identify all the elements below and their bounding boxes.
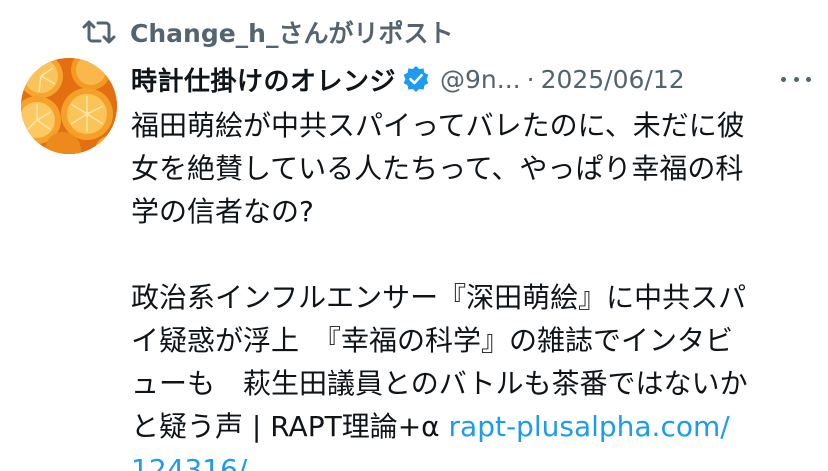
repost-text[interactable]: Change_h_さんがリポスト bbox=[130, 14, 453, 50]
post-date[interactable]: 2025/06/12 bbox=[541, 65, 685, 94]
avatar[interactable] bbox=[21, 58, 117, 154]
repost-icon bbox=[82, 17, 116, 47]
post-text-line: 政治系インフルエンサー『深田萌絵』に中共スパ bbox=[131, 281, 747, 314]
post-text-line: 福田萌絵が中共スパイってバレたのに、未だに彼 bbox=[131, 109, 745, 142]
post-text-line: と疑う声 | RAPT理論+α rapt-plusalpha.com/ bbox=[131, 405, 801, 448]
post-text-fragment: と疑う声 | RAPT理論+α bbox=[131, 410, 449, 443]
post-text-line: 124316/ bbox=[131, 448, 801, 471]
post-text-line: ューも 萩生田議員とのバトルも茶番ではないか bbox=[131, 367, 748, 400]
verified-badge-icon[interactable] bbox=[402, 65, 430, 93]
post-text-line: イ疑惑が浮上 『幸福の科学』の雑誌でインタビ bbox=[131, 324, 734, 357]
post-text-line: 学の信者なの? bbox=[131, 195, 314, 228]
repost-indicator[interactable]: Change_h_さんがリポスト bbox=[82, 14, 453, 50]
article-link-continued[interactable]: 124316/ bbox=[131, 453, 247, 471]
more-options-icon[interactable] bbox=[781, 67, 811, 91]
orange-slices-avatar bbox=[21, 58, 117, 154]
paragraph-break bbox=[131, 233, 801, 276]
separator-dot: · bbox=[526, 64, 535, 94]
post-text: 福田萌絵が中共スパイってバレたのに、未だに彼 女を絶賛している人たちって、やっぱ… bbox=[131, 104, 801, 471]
user-handle[interactable]: @9n... bbox=[440, 65, 521, 94]
post-header: 時計仕掛けのオレンジ @9n... · 2025/06/12 bbox=[131, 59, 811, 99]
display-name[interactable]: 時計仕掛けのオレンジ bbox=[131, 61, 396, 98]
post-text-line: 女を絶賛している人たちって、やっぱり幸福の科 bbox=[131, 152, 744, 185]
article-link[interactable]: rapt-plusalpha.com/ bbox=[449, 410, 730, 443]
